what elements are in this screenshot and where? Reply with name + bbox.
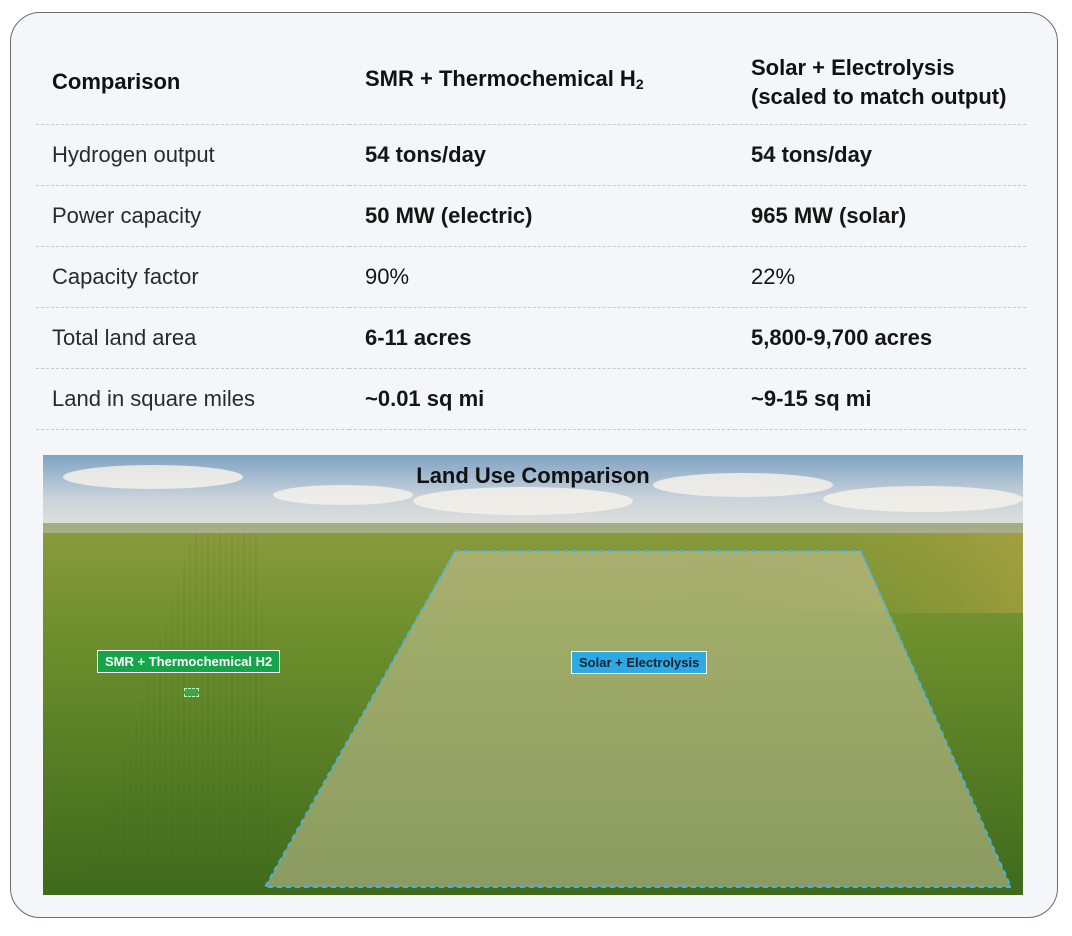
row-solar-value: 54 tons/day bbox=[735, 124, 1026, 186]
header-solar-line1: Solar + Electrolysis bbox=[751, 54, 955, 80]
table-row: Land in square miles ~0.01 sq mi ~9-15 s… bbox=[36, 368, 1026, 430]
row-smr-value: ~0.01 sq mi bbox=[349, 368, 735, 430]
table-row: Power capacity 50 MW (electric) 965 MW (… bbox=[36, 185, 1026, 247]
header-comparison: Comparison bbox=[36, 39, 349, 125]
smr-footprint-marker bbox=[184, 688, 199, 697]
field-illustration bbox=[43, 455, 1023, 895]
row-metric: Capacity factor bbox=[36, 246, 349, 308]
row-solar-value: 22% bbox=[735, 246, 1026, 308]
row-solar-value: 965 MW (solar) bbox=[735, 185, 1026, 247]
table-header-row: Comparison SMR + Thermochemical H2 Solar… bbox=[36, 39, 1026, 125]
row-solar-value: 5,800-9,700 acres bbox=[735, 307, 1026, 369]
comparison-table: Comparison SMR + Thermochemical H2 Solar… bbox=[36, 39, 1026, 430]
comparison-card: Comparison SMR + Thermochemical H2 Solar… bbox=[10, 12, 1058, 918]
smr-label: SMR + Thermochemical H2 bbox=[97, 650, 281, 673]
row-metric: Hydrogen output bbox=[36, 124, 349, 186]
row-metric: Total land area bbox=[36, 307, 349, 369]
header-solar: Solar + Electrolysis (scaled to match out… bbox=[735, 39, 1026, 125]
solar-label: Solar + Electrolysis bbox=[571, 651, 708, 674]
row-metric: Land in square miles bbox=[36, 368, 349, 430]
row-metric: Power capacity bbox=[36, 185, 349, 247]
row-smr-value: 90% bbox=[349, 246, 735, 308]
table-row: Hydrogen output 54 tons/day 54 tons/day bbox=[36, 124, 1026, 186]
header-solar-line2: (scaled to match output) bbox=[751, 83, 1007, 109]
table-row: Total land area 6-11 acres 5,800-9,700 a… bbox=[36, 307, 1026, 369]
row-smr-value: 50 MW (electric) bbox=[349, 185, 735, 247]
land-use-photo: Land Use Comparison SMR + Thermochemical… bbox=[43, 455, 1023, 895]
table-row: Capacity factor 90% 22% bbox=[36, 246, 1026, 308]
photo-title: Land Use Comparison bbox=[416, 463, 650, 488]
row-smr-value: 54 tons/day bbox=[349, 124, 735, 186]
row-solar-value: ~9-15 sq mi bbox=[735, 368, 1026, 430]
header-smr: SMR + Thermochemical H2 bbox=[349, 39, 735, 125]
header-smr-subscript: 2 bbox=[635, 76, 644, 92]
row-smr-value: 6-11 acres bbox=[349, 307, 735, 369]
header-smr-text: SMR + Thermochemical H bbox=[365, 66, 636, 91]
